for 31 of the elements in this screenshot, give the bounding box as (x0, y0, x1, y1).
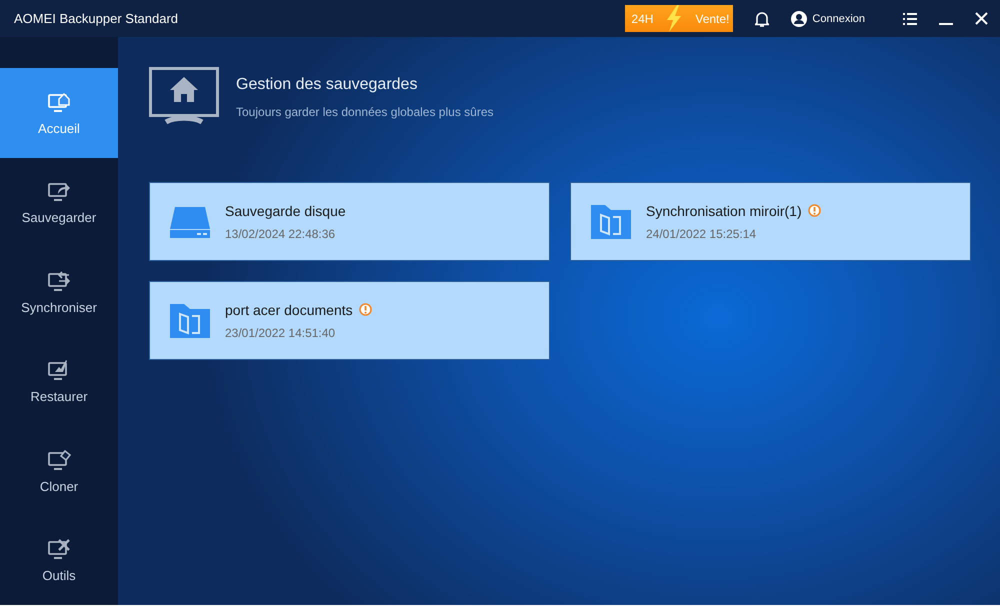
task-time: 23/01/2022 14:51:40 (225, 326, 336, 340)
tools-monitor-icon (46, 537, 72, 562)
clone-monitor-icon (46, 448, 72, 472)
sidebar-item[interactable]: Outils (0, 516, 118, 605)
user-icon (791, 10, 808, 26)
task-name: Sauvegarde disque (225, 202, 346, 218)
sidebar-item[interactable]: Restaurer (0, 336, 118, 426)
task-name: Synchronisation miroir(1) (646, 202, 802, 218)
notification-icon[interactable] (755, 10, 770, 26)
sidebar-item[interactable]: Synchroniser (0, 247, 118, 336)
sidebar-item[interactable]: Cloner (0, 426, 118, 516)
menu-icon[interactable] (903, 12, 917, 24)
sale-label: 24H (631, 12, 654, 26)
folder-icon (591, 204, 631, 238)
sync-monitor-icon (46, 268, 72, 293)
page-title: Gestion des sauvegardes (236, 76, 418, 94)
sidebar-item[interactable]: Sauvegarder (0, 158, 118, 247)
folder-icon (170, 304, 210, 338)
disk-drive-icon (169, 204, 211, 238)
page-subtitle: Toujours garder les données globales plus sûres (236, 105, 494, 119)
window-title: AOMEI Backupper Standard (13, 11, 180, 26)
task-time: 24/01/2022 15:25:14 (646, 226, 758, 240)
home-monitor-icon (149, 67, 219, 125)
task-time: 13/02/2024 22:48:36 (225, 226, 336, 240)
backup-task-card[interactable]: Sauvegarde disque 13/02/2024 22:48:36 (149, 182, 550, 261)
login-button[interactable]: Connexion (791, 10, 865, 26)
backup-task-card[interactable]: Synchronisation miroir(1) 24/01/2022 15:25:14 (570, 182, 971, 261)
close-icon[interactable] (975, 12, 988, 25)
backup-task-card[interactable]: port acer documents 23/01/2022 14:51:40 (149, 281, 550, 360)
task-name: port acer documents (225, 302, 353, 318)
sale-label: Vente! (695, 12, 730, 26)
